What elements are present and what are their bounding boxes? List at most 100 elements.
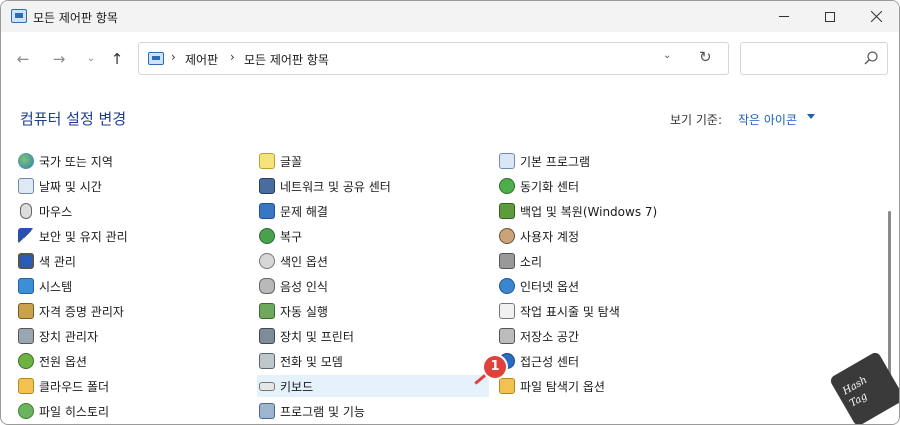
list-item-devices-printers[interactable]: 장치 및 프린터 <box>259 325 354 347</box>
search-box[interactable] <box>740 42 888 75</box>
control-panel-items: 국가 또는 지역 날짜 및 시간 마우스 보안 및 유지 관리 색 관리 시스템… <box>1 149 881 424</box>
list-item-security-maintenance[interactable]: 보안 및 유지 관리 <box>18 225 128 247</box>
control-panel-icon <box>148 52 164 65</box>
maximize-icon <box>825 11 835 22</box>
list-item-autoplay[interactable]: 자동 실행 <box>259 300 328 322</box>
backup-restore-icon <box>499 203 515 219</box>
list-item-power-options[interactable]: 전원 옵션 <box>18 350 87 372</box>
breadcrumb-separator-icon[interactable]: › <box>171 50 176 64</box>
microphone-icon <box>259 278 275 294</box>
list-item-recovery[interactable]: 복구 <box>259 225 302 247</box>
refresh-button[interactable]: ↻ <box>699 48 712 66</box>
list-item-internet-options[interactable]: 인터넷 옵션 <box>499 275 579 297</box>
address-history-dropdown[interactable]: ⌄ <box>663 50 671 61</box>
storage-spaces-icon <box>499 328 515 344</box>
up-button[interactable]: ↑ <box>107 49 127 69</box>
sync-center-icon <box>499 178 515 194</box>
item-label: 파일 탐색기 옵션 <box>520 379 605 394</box>
page-title: 컴퓨터 설정 변경 <box>20 110 127 128</box>
list-item-troubleshooting[interactable]: 문제 해결 <box>259 200 328 222</box>
navigation-bar: ← → ⌄ ↑ › 제어판 › 모든 제어판 항목 ⌄ ↻ <box>1 32 899 86</box>
programs-icon <box>259 403 275 419</box>
list-item-system[interactable]: 시스템 <box>18 275 72 297</box>
list-item-user-accounts[interactable]: 사용자 계정 <box>499 225 579 247</box>
back-button[interactable]: ← <box>13 49 33 69</box>
item-label: 색인 옵션 <box>280 254 328 269</box>
forward-button[interactable]: → <box>49 49 69 69</box>
view-by-dropdown[interactable]: 작은 아이콘 <box>738 111 797 128</box>
list-item-keyboard[interactable]: 키보드 <box>257 375 489 397</box>
window-title: 모든 제어판 항목 <box>33 11 118 25</box>
internet-options-icon <box>499 278 515 294</box>
item-label: 장치 관리자 <box>39 329 99 344</box>
user-accounts-icon <box>499 228 515 244</box>
item-label: 문제 해결 <box>280 204 328 219</box>
list-item-storage-spaces[interactable]: 저장소 공간 <box>499 325 579 347</box>
address-bar[interactable]: › 제어판 › 모든 제어판 항목 ⌄ ↻ <box>138 42 729 75</box>
file-history-icon <box>18 403 34 419</box>
list-item-file-explorer-options[interactable]: 파일 탐색기 옵션 <box>499 375 605 397</box>
minimize-button[interactable] <box>761 1 807 32</box>
breadcrumb-all-items[interactable]: 모든 제어판 항목 <box>244 51 329 68</box>
network-icon <box>259 178 275 194</box>
flag-icon <box>18 228 34 244</box>
list-item-color-management[interactable]: 색 관리 <box>18 250 76 272</box>
list-item-taskbar-navigation[interactable]: 작업 표시줄 및 탐색 <box>499 300 620 322</box>
list-item-fonts[interactable]: 글꼴 <box>259 150 302 172</box>
item-label: 프로그램 및 기능 <box>280 404 365 419</box>
list-item-backup-restore[interactable]: 백업 및 복원(Windows 7) <box>499 200 657 222</box>
item-label: 전원 옵션 <box>39 354 87 369</box>
maximize-button[interactable] <box>807 1 853 32</box>
list-item-programs-features[interactable]: 프로그램 및 기능 <box>259 400 365 422</box>
phone-modem-icon <box>259 353 275 369</box>
list-item-phone-modem[interactable]: 전화 및 모뎀 <box>259 350 343 372</box>
printer-icon <box>259 328 275 344</box>
list-item-ease-of-access[interactable]: 접근성 센터 <box>499 350 579 372</box>
item-label: 자동 실행 <box>280 304 328 319</box>
list-item-file-history[interactable]: 파일 히스토리 <box>18 400 109 422</box>
breadcrumb-separator-icon[interactable]: › <box>230 50 235 64</box>
list-item-cloud-folder[interactable]: 클라우드 폴더 <box>18 375 109 397</box>
power-options-icon <box>18 353 34 369</box>
list-item-default-programs[interactable]: 기본 프로그램 <box>499 150 590 172</box>
list-item-network-sharing[interactable]: 네트워크 및 공유 센터 <box>259 175 391 197</box>
list-item-speech-recognition[interactable]: 음성 인식 <box>259 275 328 297</box>
globe-icon <box>18 153 34 169</box>
recent-locations-button[interactable]: ⌄ <box>81 49 101 69</box>
control-panel-icon <box>11 9 27 23</box>
close-button[interactable] <box>853 1 899 32</box>
item-label: 음성 인식 <box>280 279 328 294</box>
item-label: 동기화 센터 <box>520 179 580 194</box>
view-by-label: 보기 기준: <box>670 113 723 127</box>
mouse-icon <box>20 203 32 219</box>
search-input[interactable] <box>747 49 857 69</box>
list-item-sync-center[interactable]: 동기화 센터 <box>499 175 579 197</box>
item-label: 글꼴 <box>280 154 303 169</box>
color-monitor-icon <box>18 253 34 269</box>
list-item-mouse[interactable]: 마우스 <box>18 200 72 222</box>
list-item-sound[interactable]: 소리 <box>499 250 542 272</box>
list-item-date-time[interactable]: 날짜 및 시간 <box>18 175 102 197</box>
item-label: 날짜 및 시간 <box>39 179 102 194</box>
system-icon <box>18 278 34 294</box>
item-label: 장치 및 프린터 <box>280 329 354 344</box>
keyboard-icon <box>259 381 275 391</box>
breadcrumb-control-panel[interactable]: 제어판 <box>185 51 218 68</box>
list-item-indexing-options[interactable]: 색인 옵션 <box>259 250 328 272</box>
item-label: 네트워크 및 공유 센터 <box>280 179 391 194</box>
item-label: 저장소 공간 <box>520 329 580 344</box>
callout-marker: 1 <box>484 356 506 378</box>
item-label: 복구 <box>280 229 303 244</box>
search-icon[interactable] <box>863 50 879 66</box>
taskbar-icon <box>499 303 515 319</box>
close-icon <box>870 11 882 22</box>
recovery-icon <box>259 228 275 244</box>
list-item-region[interactable]: 국가 또는 지역 <box>18 150 113 172</box>
item-label: 작업 표시줄 및 탐색 <box>520 304 620 319</box>
control-panel-window: 모든 제어판 항목 ← → ⌄ ↑ › 제어판 › 모든 제어판 항목 ⌄ ↻ <box>0 0 900 425</box>
list-item-device-manager[interactable]: 장치 관리자 <box>18 325 98 347</box>
item-label: 기본 프로그램 <box>520 154 591 169</box>
dropdown-arrow-icon[interactable] <box>807 114 815 119</box>
indexing-icon <box>259 253 275 269</box>
list-item-credential-manager[interactable]: 자격 증명 관리자 <box>18 300 124 322</box>
